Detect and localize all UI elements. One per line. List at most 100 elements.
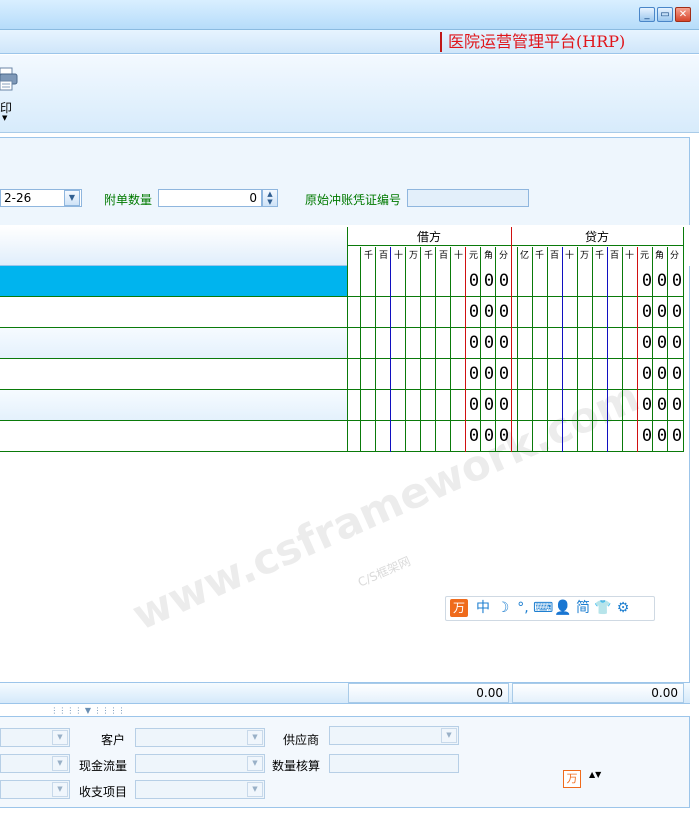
cashflow-label: 现金流量 — [79, 759, 128, 773]
grid-line — [517, 247, 518, 452]
grid-line — [375, 247, 376, 452]
grid-line — [667, 247, 668, 452]
chevron-down-icon[interactable]: ▼ — [247, 782, 263, 797]
debit-digit: 0 — [468, 302, 480, 322]
print-dropdown-icon[interactable]: ▼ — [2, 114, 7, 122]
attach-count-input[interactable]: 0 — [158, 189, 262, 207]
grid-header — [0, 227, 347, 266]
debit-digit-label: 万 — [408, 251, 418, 261]
ime-item-icon[interactable]: 简 — [573, 598, 593, 619]
ime-item-icon[interactable]: ⚙ — [613, 598, 633, 619]
chevron-down-icon[interactable]: ▼ — [52, 756, 68, 771]
credit-digit: 0 — [671, 426, 683, 446]
ime-logo-icon[interactable]: 万 — [450, 599, 468, 617]
credit-digit-label: 十 — [624, 251, 634, 261]
ime-item-icon[interactable]: ⌨ — [533, 598, 553, 619]
table-row[interactable] — [0, 421, 347, 452]
minimize-button[interactable]: _ — [639, 7, 655, 22]
debit-digit-label: 十 — [453, 251, 463, 261]
debit-header: 借方 — [347, 228, 511, 246]
chevron-down-icon[interactable]: ▼ — [247, 756, 263, 771]
table-row[interactable] — [0, 266, 347, 297]
debit-digit: 0 — [468, 364, 480, 384]
debit-total: 0.00 — [348, 683, 509, 703]
debit-digit: 0 — [483, 271, 495, 291]
debit-digit: 0 — [498, 302, 510, 322]
credit-digit-label: 十 — [564, 251, 574, 261]
chevron-down-icon[interactable]: ▼ — [441, 728, 457, 743]
debit-digit-label: 分 — [498, 251, 508, 261]
supplier-combo[interactable] — [329, 726, 459, 745]
ime-item-icon[interactable]: ☽ — [493, 598, 513, 619]
debit-digit: 0 — [483, 395, 495, 415]
grid-line — [592, 247, 593, 452]
supplier-label: 供应商 — [283, 733, 320, 747]
credit-digit-label: 角 — [654, 251, 664, 261]
orig-voucher-label: 原始冲账凭证编号 — [305, 193, 402, 207]
splitter-handle[interactable]: ⋮⋮⋮⋮ ▼ ⋮⋮⋮⋮ — [50, 706, 126, 716]
credit-digit: 0 — [671, 302, 683, 322]
debit-digit: 0 — [468, 395, 480, 415]
attach-count-label: 附单数量 — [104, 193, 153, 207]
ime-small-icon[interactable]: 万 — [563, 770, 581, 788]
ime-small-caret-icon[interactable]: ▲▼ — [589, 770, 601, 779]
credit-total: 0.00 — [512, 683, 684, 703]
close-button[interactable]: ✕ — [675, 7, 691, 22]
credit-digit-label: 分 — [669, 251, 679, 261]
income-item-label: 收支项目 — [79, 785, 128, 799]
credit-digit-label: 千 — [594, 251, 604, 261]
debit-digit: 0 — [468, 333, 480, 353]
debit-digit-label: 千 — [423, 251, 433, 261]
debit-digit: 0 — [483, 426, 495, 446]
table-row[interactable] — [0, 328, 347, 359]
credit-digit-label: 百 — [609, 251, 619, 261]
debit-digit: 0 — [483, 364, 495, 384]
credit-digit: 0 — [671, 395, 683, 415]
grid-line — [622, 247, 623, 452]
debit-digit: 0 — [468, 426, 480, 446]
app-title: 医院运营管理平台(HRP) — [440, 32, 625, 52]
ime-item-icon[interactable]: 👕 — [593, 598, 613, 619]
qty-accounting-input[interactable] — [329, 754, 459, 773]
grid-line — [465, 247, 466, 452]
ime-item-icon[interactable]: 👤 — [553, 598, 573, 619]
debit-digit: 0 — [498, 271, 510, 291]
chevron-down-icon[interactable]: ▼ — [52, 730, 68, 745]
chevron-down-icon[interactable]: ▼ — [52, 782, 68, 797]
cashflow-combo[interactable] — [135, 754, 265, 773]
ime-item-icon[interactable]: °, — [513, 598, 533, 619]
table-row[interactable] — [0, 359, 347, 390]
customer-label: 客户 — [101, 733, 126, 747]
printer-icon[interactable] — [0, 66, 18, 92]
table-row[interactable] — [0, 390, 347, 421]
debit-digit: 0 — [498, 395, 510, 415]
debit-digit-label: 元 — [468, 251, 478, 261]
income-item-combo[interactable] — [135, 780, 265, 799]
chevron-down-icon[interactable]: ▼ — [247, 730, 263, 745]
grid-line — [450, 247, 451, 452]
customer-combo[interactable] — [135, 728, 265, 747]
debit-digit-label: 百 — [378, 251, 388, 261]
debit-digit: 0 — [468, 271, 480, 291]
grid-line — [420, 247, 421, 452]
attach-count-spinner[interactable]: ▲ ▼ — [262, 189, 278, 207]
grid-line — [435, 247, 436, 452]
table-row[interactable] — [0, 297, 347, 328]
qty-accounting-label: 数量核算 — [272, 759, 321, 773]
grid-line — [360, 247, 361, 452]
debit-digit: 0 — [483, 302, 495, 322]
debit-digit: 0 — [483, 333, 495, 353]
grid-line — [652, 247, 653, 452]
grid-line — [607, 247, 608, 452]
grid-line — [637, 247, 638, 452]
debit-digit: 0 — [498, 364, 510, 384]
credit-digit-label: 万 — [579, 251, 589, 261]
restore-button[interactable]: ▭ — [657, 7, 673, 22]
credit-digit-label: 元 — [639, 251, 649, 261]
debit-digit-label: 十 — [393, 251, 403, 261]
orig-voucher-input[interactable] — [407, 189, 529, 207]
debit-digit-label: 百 — [438, 251, 448, 261]
chevron-down-icon[interactable]: ▼ — [64, 190, 80, 206]
grid-line — [480, 247, 481, 452]
ime-item-icon[interactable]: 中 — [473, 598, 493, 619]
